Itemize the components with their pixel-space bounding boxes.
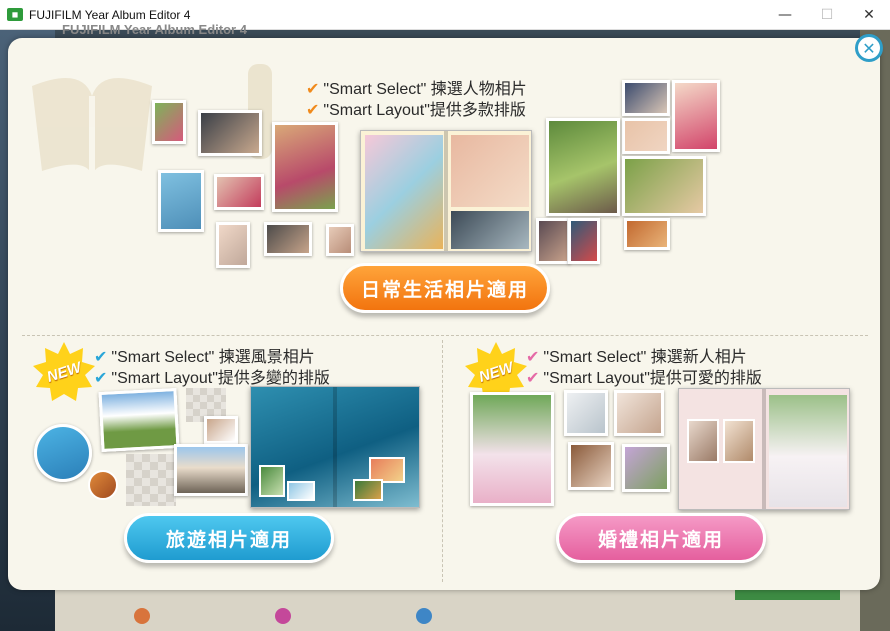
pin-icon xyxy=(416,608,432,624)
daily-feature-2-text: "Smart Layout"提供多款排版 xyxy=(323,102,526,119)
pin-icon xyxy=(275,608,291,624)
album-spine xyxy=(762,389,766,509)
daily-photo xyxy=(672,80,720,152)
check-icon: ✔ xyxy=(306,79,320,98)
travel-button[interactable]: 旅遊相片適用 xyxy=(124,513,334,563)
window-close-button[interactable]: ✕ xyxy=(846,0,890,30)
check-icon: ✔ xyxy=(94,368,108,387)
daily-photo xyxy=(152,100,186,144)
background-app-title: FUJIFILM Year Album Editor 4 xyxy=(62,22,247,37)
wedding-feature-2-text: "Smart Layout"提供可愛的排版 xyxy=(543,370,762,387)
travel-feature-1-text: "Smart Select" 揀選風景相片 xyxy=(111,349,315,366)
wedding-button[interactable]: 婚禮相片適用 xyxy=(556,513,766,563)
daily-photo xyxy=(536,218,570,264)
check-icon: ✔ xyxy=(306,100,320,119)
daily-photo xyxy=(546,118,620,216)
dialog-close-button[interactable]: ✕ xyxy=(855,34,883,62)
daily-album-preview xyxy=(360,130,532,252)
daily-photo xyxy=(158,170,204,232)
check-icon: ✔ xyxy=(94,347,108,366)
watermark-book-logo-icon xyxy=(32,78,152,176)
travel-photo-placeholder xyxy=(126,454,176,506)
wedding-photo xyxy=(614,390,664,436)
daily-photo xyxy=(568,218,600,264)
section-divider xyxy=(22,335,868,336)
app-icon: ◼ xyxy=(7,8,23,21)
daily-photo xyxy=(326,224,354,256)
wedding-album-preview xyxy=(678,388,850,510)
album-spine xyxy=(333,387,337,507)
daily-photo xyxy=(216,222,250,268)
daily-photo xyxy=(272,122,338,212)
daily-life-button[interactable]: 日常生活相片適用 xyxy=(340,263,550,313)
daily-photo xyxy=(198,110,262,156)
travel-photo-circle xyxy=(88,470,118,500)
travel-album-preview xyxy=(250,386,420,508)
daily-photo xyxy=(622,80,670,116)
daily-photo xyxy=(214,174,264,210)
wedding-photo xyxy=(564,390,608,436)
wedding-photo xyxy=(622,444,670,492)
daily-feature-1-text: "Smart Select" 揀選人物相片 xyxy=(323,81,527,98)
daily-photo xyxy=(624,218,670,250)
wedding-feature-1-text: "Smart Select" 揀選新人相片 xyxy=(543,349,747,366)
check-icon: ✔ xyxy=(526,347,540,366)
section-divider xyxy=(442,340,443,582)
travel-photo-circle xyxy=(34,424,92,482)
travel-feature-2-text: "Smart Layout"提供多變的排版 xyxy=(111,370,330,387)
template-select-dialog: ✔ "Smart Select" 揀選人物相片 ✔ "Smart Layout"提供… xyxy=(8,38,880,590)
check-icon: ✔ xyxy=(526,368,540,387)
wedding-feature-1: ✔ "Smart Select" 揀選新人相片 xyxy=(526,346,747,368)
travel-photo xyxy=(174,444,248,496)
travel-feature-1: ✔ "Smart Select" 揀選風景相片 xyxy=(94,346,315,368)
travel-photo xyxy=(98,388,180,452)
daily-photo xyxy=(622,156,706,216)
daily-feature-2: ✔ "Smart Layout"提供多款排版 xyxy=(306,99,526,121)
daily-photo xyxy=(264,222,312,256)
wedding-photo xyxy=(568,442,614,490)
window-title: FUJIFILM Year Album Editor 4 xyxy=(29,7,191,22)
daily-photo xyxy=(622,118,670,154)
pin-icon xyxy=(134,608,150,624)
wedding-feature-2: ✔ "Smart Layout"提供可愛的排版 xyxy=(526,367,762,389)
minimize-button[interactable]: — xyxy=(762,0,808,30)
album-spine xyxy=(444,131,448,251)
travel-photo xyxy=(204,416,238,444)
maximize-button[interactable]: ☐ xyxy=(804,0,850,30)
daily-feature-1: ✔ "Smart Select" 揀選人物相片 xyxy=(306,78,527,100)
wedding-photo xyxy=(470,392,554,506)
